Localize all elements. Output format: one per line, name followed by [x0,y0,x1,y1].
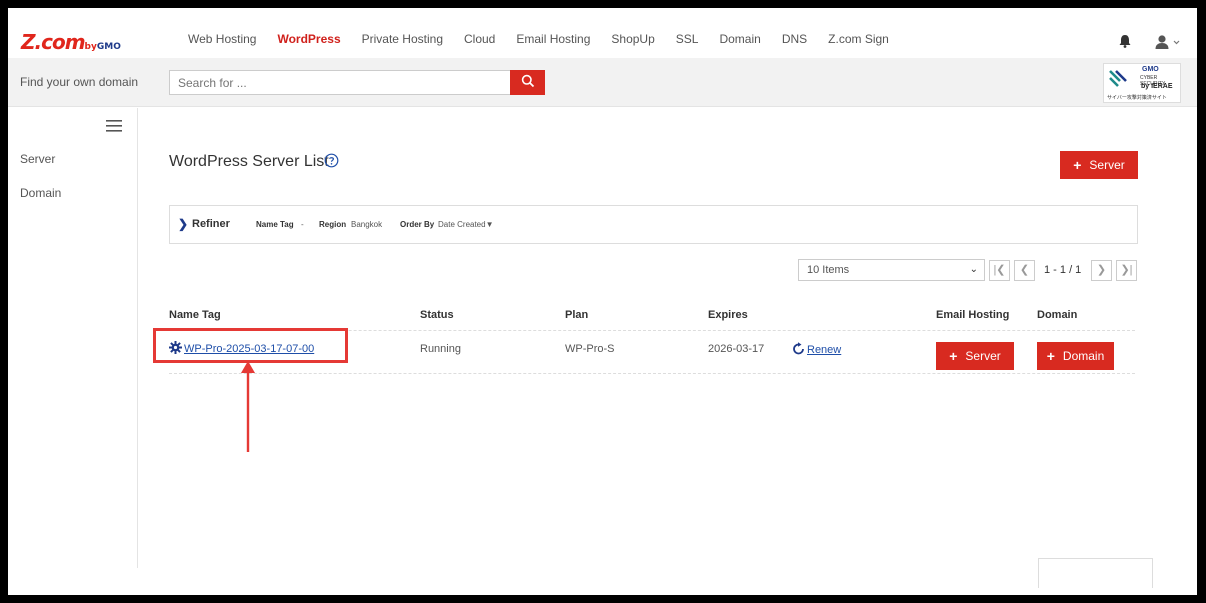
user-icon[interactable] [1154,34,1184,50]
nav-email-hosting[interactable]: Email Hosting [516,32,590,46]
help-icon[interactable] [324,153,339,168]
next-page-button[interactable]: ❯ [1091,260,1112,281]
menu-icon[interactable] [106,120,122,132]
items-per-page-select[interactable]: 10 Items ⌄ [798,259,985,281]
col-header-name-tag: Name Tag [169,309,221,321]
page-title: WordPress Server List [169,153,329,170]
region-filter-value: Bangkok [351,220,383,229]
find-domain-label: Find your own domain [20,75,139,89]
status-cell: Running [420,343,461,355]
nav-shopup[interactable]: ShopUp [611,32,654,46]
add-email-server-button[interactable]: + Server [936,342,1014,370]
search-button[interactable] [510,70,545,95]
name-tag-filter-label: Name Tag [256,220,294,229]
nav-private-hosting[interactable]: Private Hosting [362,32,443,46]
sidebar: Server Domain [8,108,138,568]
refiner-toggle[interactable]: Refiner [192,218,230,230]
expires-cell: 2026-03-17 [708,343,765,355]
region-filter-label: Region [319,220,347,229]
nav-cloud[interactable]: Cloud [464,32,495,46]
renew-icon[interactable] [792,342,806,356]
table-divider [169,373,1135,374]
app-window: Z.combyGMO Web Hosting WordPress Private… [8,8,1197,595]
nav-ssl[interactable]: SSL [676,32,699,46]
col-header-email-hosting: Email Hosting [936,309,1010,321]
col-header-expires: Expires [708,309,748,321]
first-page-button[interactable]: |❮ [989,260,1010,281]
plus-icon: + [1046,348,1055,364]
bell-icon[interactable] [1118,34,1132,48]
highlight-box [153,328,348,363]
sidebar-item-server[interactable]: Server [20,152,55,166]
chevron-down-icon: ⌄ [969,264,978,275]
plus-icon: + [1073,157,1082,173]
badge-gmo: GMO [1142,66,1159,73]
arrow-up-icon [241,361,255,452]
nav-dns[interactable]: DNS [782,32,807,46]
add-domain-button[interactable]: + Domain [1037,342,1114,370]
nav-zcom-sign[interactable]: Z.com Sign [828,32,889,46]
plus-icon: + [949,348,958,364]
nav-web-hosting[interactable]: Web Hosting [188,32,256,46]
ierae-logo-icon [1109,70,1127,87]
domain-search-input[interactable] [169,70,511,95]
domain-search-bar: Find your own domain GMO CYBER SECURITY … [8,58,1197,107]
refiner-panel: ❯ Refiner Name Tag - Region Bangkok Orde… [169,205,1138,244]
name-tag-filter-value: - [301,220,304,229]
col-header-domain: Domain [1037,309,1078,321]
renew-link[interactable]: Renew [807,344,841,356]
sidebar-item-domain[interactable]: Domain [20,186,61,200]
top-navbar: Z.combyGMO Web Hosting WordPress Private… [8,8,1197,58]
col-header-status: Status [420,309,454,321]
footer-widget [1038,558,1153,588]
logo-text: Z.com [21,30,86,54]
nav-wordpress[interactable]: WordPress [277,32,340,46]
badge-japanese-text: サイバー攻撃対策済サイト [1107,95,1167,101]
nav-domain[interactable]: Domain [719,32,760,46]
prev-page-button[interactable]: ❮ [1014,260,1035,281]
col-header-plan: Plan [565,309,589,321]
main-nav: Web Hosting WordPress Private Hosting Cl… [188,32,910,46]
add-server-button[interactable]: + Server [1060,151,1138,179]
last-page-button[interactable]: ❯| [1116,260,1137,281]
order-by-value[interactable]: Date Created▼ [438,220,494,229]
plan-cell: WP-Pro-S [565,343,615,355]
chevron-right-icon[interactable]: ❯ [178,217,188,231]
cyber-security-badge[interactable]: GMO CYBER SECURITY by IERAE サイバー攻撃対策済サイト [1103,63,1181,103]
order-by-label: Order By [400,220,435,229]
page-info: 1 - 1 / 1 [1044,264,1082,276]
search-icon [521,74,534,88]
logo-by: byGMO [84,42,121,52]
zcom-logo[interactable]: Z.combyGMO [21,30,121,54]
badge-ierae: by IERAE [1141,83,1173,90]
